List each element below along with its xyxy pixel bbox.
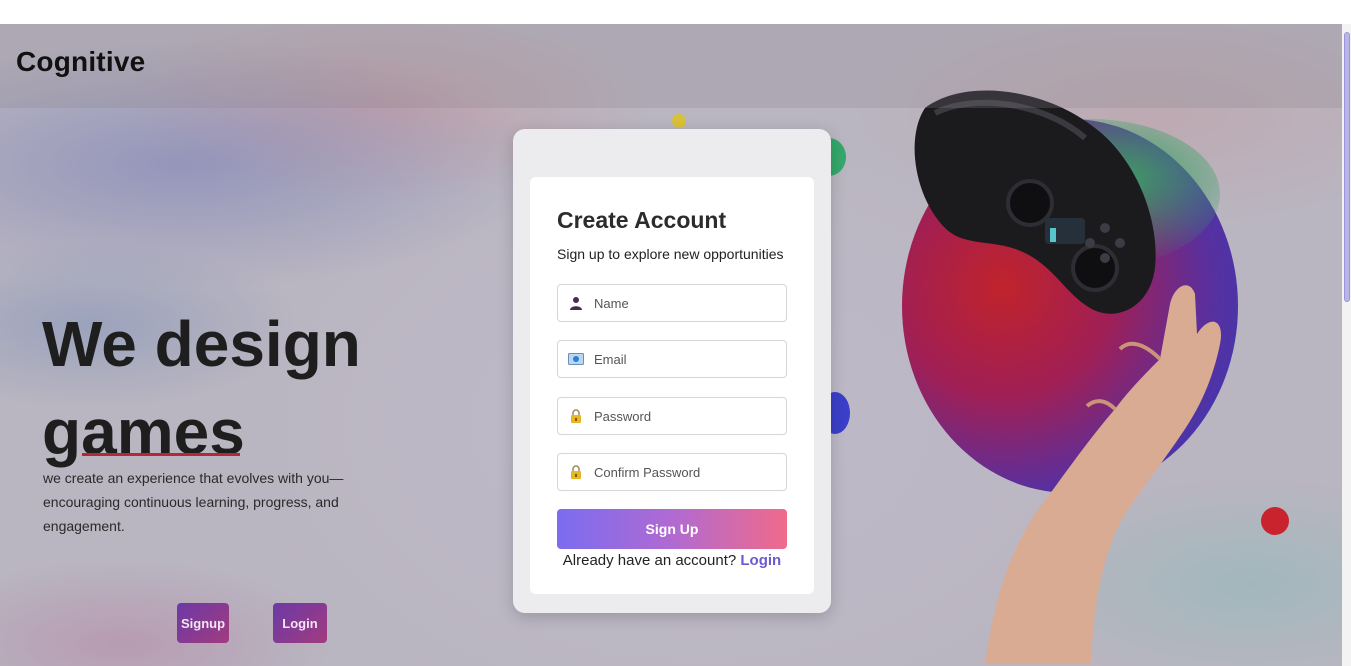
login-prompt: Already have an account? Login xyxy=(530,552,814,569)
hero-background: Cognitive We design games we create an e… xyxy=(0,24,1342,666)
login-link[interactable]: Login xyxy=(740,552,781,569)
signup-card-container: Create Account Sign up to explore new op… xyxy=(513,129,831,613)
email-input[interactable] xyxy=(594,351,774,367)
vertical-scrollbar[interactable] xyxy=(1342,24,1351,666)
confirm-password-input[interactable] xyxy=(594,464,774,480)
password-input[interactable] xyxy=(594,408,774,424)
login-prompt-text: Already have an account? xyxy=(562,552,737,569)
red-dot xyxy=(1261,507,1289,535)
hero-heading-line2: games xyxy=(42,396,245,468)
scrollbar-thumb[interactable] xyxy=(1344,32,1350,302)
page: Cognitive We design games we create an e… xyxy=(0,0,1351,666)
hero-login-button[interactable]: Login xyxy=(273,603,327,643)
hand-image xyxy=(985,285,1221,664)
yellow-dot xyxy=(672,114,686,128)
hero-signup-button[interactable]: Signup xyxy=(177,603,229,643)
person-icon xyxy=(568,295,584,311)
confirm-password-field[interactable] xyxy=(557,453,787,491)
hero-heading: We design games xyxy=(42,300,361,476)
signup-card: Create Account Sign up to explore new op… xyxy=(530,177,814,594)
lock-icon xyxy=(568,408,584,424)
brand-logo[interactable]: Cognitive xyxy=(16,46,145,78)
form-title: Create Account xyxy=(557,207,727,233)
form-subtitle: Sign up to explore new opportunities xyxy=(557,246,784,262)
password-field[interactable] xyxy=(557,397,787,435)
hero-heading-line1: We design xyxy=(42,308,361,380)
email-field[interactable] xyxy=(557,340,787,378)
hero-underline xyxy=(82,453,240,456)
lock-icon xyxy=(568,464,584,480)
email-icon xyxy=(568,351,584,367)
name-input[interactable] xyxy=(594,295,774,311)
top-bar: Cognitive xyxy=(0,24,1342,108)
signup-submit-button[interactable]: Sign Up xyxy=(557,509,787,549)
name-field[interactable] xyxy=(557,284,787,322)
hero-description: we create an experience that evolves wit… xyxy=(43,470,344,534)
